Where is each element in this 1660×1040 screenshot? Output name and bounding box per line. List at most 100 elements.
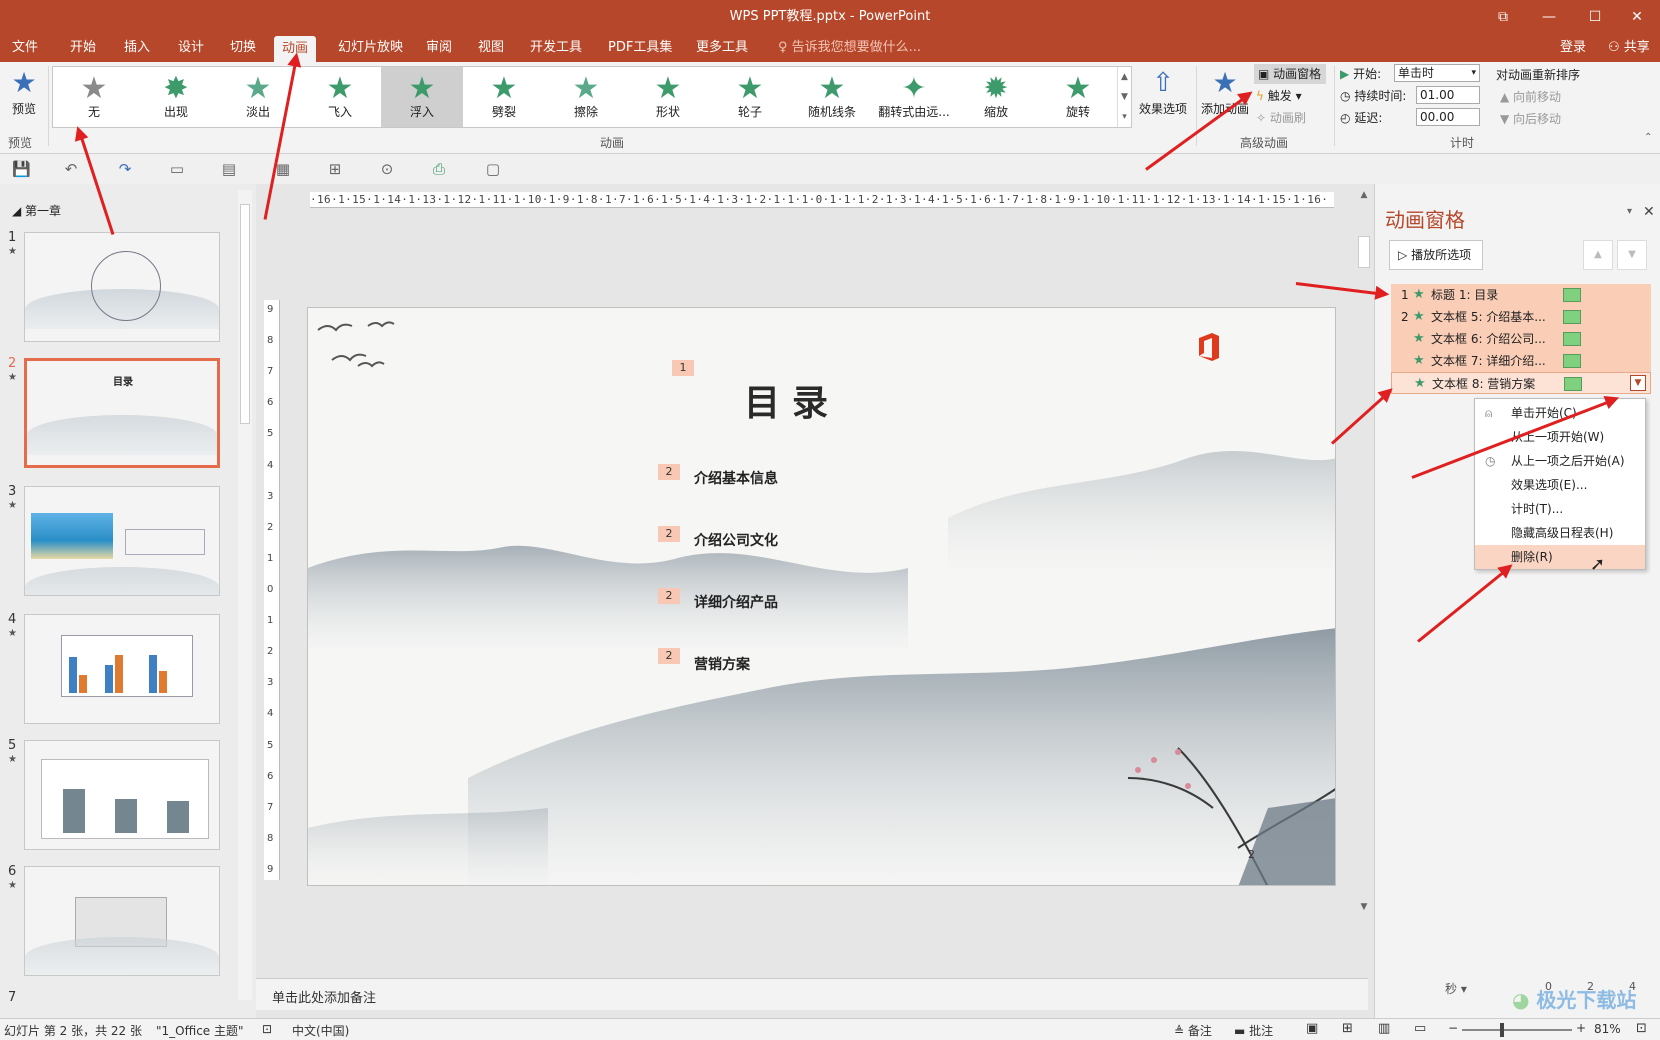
spellcheck-icon[interactable]: ⊡: [262, 1022, 272, 1036]
comments-toggle[interactable]: ▬ 批注: [1234, 1022, 1273, 1039]
anim-split[interactable]: ★ 劈裂: [463, 67, 545, 127]
animation-list-item-selected[interactable]: ★ 文本框 8: 营销方案 ▼: [1391, 372, 1651, 394]
minimize-button[interactable]: —: [1526, 0, 1572, 34]
move-up-button[interactable]: ▲: [1583, 240, 1613, 270]
slide-thumbnail-3[interactable]: [24, 486, 220, 596]
slide-thumbnail-5[interactable]: [24, 740, 220, 850]
anim-shape[interactable]: ★ 形状: [627, 67, 709, 127]
menu-after-previous[interactable]: ◷ 从上一项之后开始(A): [1475, 449, 1645, 473]
tab-insert[interactable]: 插入: [116, 34, 158, 62]
zoom-in-icon[interactable]: +: [1576, 1021, 1586, 1035]
delay-input[interactable]: 00.00: [1416, 108, 1480, 126]
pane-close-icon[interactable]: ✕: [1643, 204, 1655, 220]
slide-canvas[interactable]: 1 目录 2 介绍基本信息 2 介绍公司文化 2 详细介绍产品 2 营销方案 2: [307, 307, 1336, 886]
toc-item[interactable]: 介绍公司文化: [694, 530, 778, 550]
redo-icon[interactable]: ↷: [116, 160, 134, 178]
animation-list-item[interactable]: 2 ★ 文本框 5: 介绍基本...: [1391, 306, 1651, 328]
anim-random-bars[interactable]: ★ 随机线条: [791, 67, 873, 127]
animation-painter-button[interactable]: ✧ 动画刷: [1256, 108, 1326, 128]
animation-list-item[interactable]: ★ 文本框 7: 详细介绍...: [1391, 350, 1651, 372]
anim-appear[interactable]: ✸ 出现: [135, 67, 217, 127]
layout-icon[interactable]: ▤: [220, 160, 238, 178]
thumbnail-scrollbar[interactable]: [238, 190, 252, 1000]
tab-pdf-tools[interactable]: PDF工具集: [600, 34, 680, 62]
tell-me-search[interactable]: ♀ 告诉我您想要做什么...: [770, 34, 929, 62]
tab-slideshow[interactable]: 幻灯片放映: [330, 34, 411, 62]
maximize-button[interactable]: ☐: [1572, 0, 1618, 34]
anim-spin[interactable]: ★ 旋转: [1037, 67, 1119, 127]
toc-item[interactable]: 详细介绍产品: [694, 592, 778, 612]
start-select[interactable]: 单击时 ▾: [1394, 64, 1480, 82]
anim-float-in[interactable]: ★ 浮入: [381, 67, 463, 127]
reading-view-icon[interactable]: ▥: [1378, 1021, 1390, 1036]
tab-home[interactable]: 开始: [62, 34, 104, 62]
animation-list-item[interactable]: ★ 文本框 6: 介绍公司...: [1391, 328, 1651, 350]
slide-thumbnail-6[interactable]: [24, 866, 220, 976]
menu-hide-timeline[interactable]: 隐藏高级日程表(H): [1475, 521, 1645, 545]
tab-view[interactable]: 视图: [470, 34, 512, 62]
preview-button[interactable]: ★ 预览: [4, 66, 44, 126]
toc-item[interactable]: 介绍基本信息: [694, 468, 778, 488]
ribbon-display-icon[interactable]: ⧉: [1480, 0, 1526, 34]
anim-wipe[interactable]: ★ 擦除: [545, 67, 627, 127]
move-down-button[interactable]: ▼: [1617, 240, 1647, 270]
slideshow-view-icon[interactable]: ▭: [1414, 1021, 1426, 1036]
anim-fly-in[interactable]: ★ 飞入: [299, 67, 381, 127]
section-header[interactable]: ◢ 第一章: [12, 202, 61, 219]
print-icon[interactable]: ⎙: [430, 160, 448, 178]
anim-zoom[interactable]: ✹ 缩放: [955, 67, 1037, 127]
slide-title[interactable]: 目录: [744, 374, 840, 426]
notes-toggle[interactable]: ≜ 备注: [1174, 1022, 1212, 1039]
toc-item[interactable]: 营销方案: [694, 654, 750, 674]
tab-design[interactable]: 设计: [170, 34, 212, 62]
editor-scrollbar[interactable]: ▲ ▼: [1357, 190, 1371, 960]
star-burst-icon: ✸: [163, 71, 189, 106]
trigger-button[interactable]: ϟ 触发 ▾: [1256, 86, 1326, 106]
gallery-scroll[interactable]: ▲ ▼ ▾: [1117, 67, 1131, 127]
save-icon[interactable]: 💾: [12, 160, 31, 178]
new-slide-icon[interactable]: ▭: [168, 160, 186, 178]
move-earlier-button[interactable]: ▲ 向前移动: [1500, 88, 1561, 105]
share-button[interactable]: ⚇ 共享: [1600, 34, 1658, 62]
pane-options-icon[interactable]: ▾: [1627, 206, 1632, 217]
seconds-dropdown[interactable]: 秒 ▾: [1445, 980, 1467, 997]
tab-developer[interactable]: 开发工具: [522, 34, 590, 62]
duration-input[interactable]: 01.00: [1416, 86, 1480, 104]
item-dropdown-button[interactable]: ▼: [1630, 375, 1646, 391]
effect-options-button[interactable]: ⇧ 效果选项: [1138, 66, 1188, 128]
zoom-out-icon[interactable]: −: [1448, 1021, 1458, 1035]
preview-icon[interactable]: ⊙: [378, 160, 396, 178]
normal-view-icon[interactable]: ▣: [1306, 1021, 1318, 1036]
tab-file[interactable]: 文件: [4, 34, 46, 62]
menu-timing[interactable]: 计时(T)...: [1475, 497, 1645, 521]
notes-area[interactable]: 单击此处添加备注: [256, 978, 1368, 1010]
export-icon[interactable]: ▢: [484, 160, 502, 178]
animation-list-item[interactable]: 1 ★ 标题 1: 目录: [1391, 284, 1651, 306]
fit-slide-icon[interactable]: ⊡: [1636, 1021, 1647, 1036]
slide-thumbnail-4[interactable]: [24, 614, 220, 724]
close-button[interactable]: ✕: [1614, 0, 1660, 34]
anim-wheel[interactable]: ★ 轮子: [709, 67, 791, 127]
tab-review[interactable]: 审阅: [418, 34, 460, 62]
zoom-level[interactable]: 81%: [1594, 1022, 1621, 1036]
login-link[interactable]: 登录: [1552, 34, 1594, 62]
anim-none[interactable]: ★ 无: [53, 67, 135, 127]
collapse-ribbon-icon[interactable]: ⌃: [1644, 132, 1652, 143]
language[interactable]: 中文(中国): [292, 1022, 349, 1039]
tab-more-tools[interactable]: 更多工具: [688, 34, 756, 62]
anim-grow-turn[interactable]: ✦ 翻转式由远...: [873, 67, 955, 127]
sorter-view-icon[interactable]: ⊞: [1342, 1021, 1353, 1036]
zoom-handle[interactable]: [1500, 1023, 1504, 1037]
menu-effect-options[interactable]: 效果选项(E)...: [1475, 473, 1645, 497]
animation-pane-button[interactable]: ▣ 动画窗格: [1254, 64, 1326, 84]
undo-icon[interactable]: ↶: [62, 160, 80, 178]
play-selected-button[interactable]: ▷ 播放所选项: [1389, 240, 1483, 270]
slide-thumbnail-2[interactable]: 目录: [24, 358, 220, 468]
bird-shape: [317, 323, 353, 332]
tab-transitions[interactable]: 切换: [222, 34, 264, 62]
menu-with-previous[interactable]: 从上一项开始(W): [1475, 425, 1645, 449]
board-icon[interactable]: ⊞: [326, 160, 344, 178]
zoom-slider[interactable]: [1462, 1029, 1572, 1031]
slide-thumbnail-1[interactable]: [24, 232, 220, 342]
move-later-button[interactable]: ▼ 向后移动: [1500, 110, 1561, 127]
